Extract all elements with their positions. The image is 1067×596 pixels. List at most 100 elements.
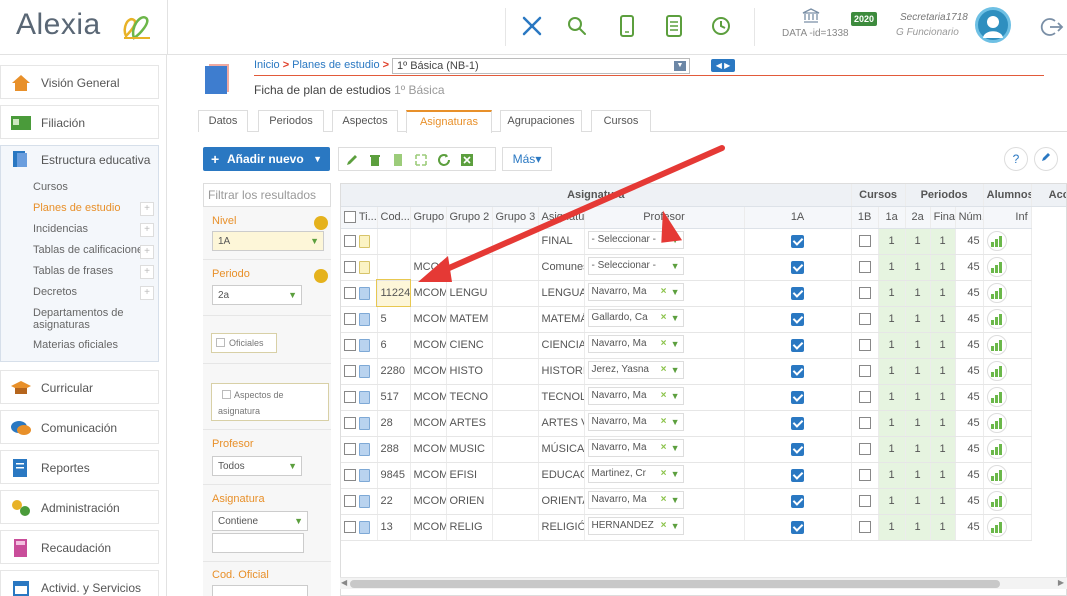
periodo-1a-cell[interactable]: 1 bbox=[878, 462, 906, 489]
col-header-final[interactable]: Final bbox=[930, 206, 956, 229]
sidebar-item-actividades[interactable]: Activid. y Servicios bbox=[0, 570, 159, 596]
help-button[interactable]: ? bbox=[1004, 147, 1028, 171]
profesor-select[interactable]: Jerez, Yasna × ▼ bbox=[587, 360, 684, 379]
periodo-final-cell[interactable]: 1 bbox=[930, 384, 956, 411]
periodo-2a-cell[interactable]: 1 bbox=[905, 514, 931, 541]
report-button[interactable] bbox=[986, 231, 1007, 251]
history-icon[interactable] bbox=[707, 12, 735, 40]
clear-icon[interactable]: × bbox=[661, 414, 667, 430]
plan-select[interactable]: 1º Básica (NB-1) ▼ bbox=[392, 58, 690, 74]
table-row[interactable]: MCOM Comunes - Seleccionar - ▼ 1 1 1 45 bbox=[341, 254, 1066, 281]
col-header-1a[interactable]: 1A bbox=[744, 206, 852, 229]
tools-icon[interactable] bbox=[518, 12, 546, 40]
report-button[interactable] bbox=[986, 257, 1007, 277]
curso-1b-checkbox[interactable] bbox=[858, 365, 871, 378]
periodo-final-cell[interactable]: 1 bbox=[930, 436, 956, 463]
profesor-select[interactable]: - Seleccionar - ▼ bbox=[587, 256, 684, 275]
table-row[interactable]: 28MCOMARTES ARTES VISUALESNavarro, Ma×▼ 11… bbox=[341, 410, 1066, 437]
row-checkbox[interactable] bbox=[344, 391, 356, 403]
profesor-select[interactable]: Navarro, Ma × ▼ bbox=[587, 334, 684, 353]
col-header-inf[interactable]: Inf bbox=[983, 206, 1032, 229]
table-row[interactable]: 6MCOMCIENC CIENCIAS NATURALESNavarro, Ma×… bbox=[341, 332, 1066, 359]
curso-1a-checkbox[interactable] bbox=[791, 520, 805, 534]
curso-1b-checkbox[interactable] bbox=[858, 313, 871, 326]
submenu-item-materias-oficiales[interactable]: Materias oficiales bbox=[33, 339, 118, 351]
report-button[interactable] bbox=[986, 465, 1007, 485]
submenu-item-tablas-calificaciones[interactable]: Tablas de calificaciones bbox=[33, 244, 149, 256]
sidebar-item-comunicacion[interactable]: Comunicación bbox=[0, 410, 159, 444]
edit-icon[interactable] bbox=[344, 152, 360, 168]
sidebar-item-curricular[interactable]: Curricular bbox=[0, 370, 159, 404]
row-checkbox[interactable] bbox=[344, 287, 356, 299]
cod-cell[interactable] bbox=[377, 228, 411, 255]
filter-profesor-select[interactable]: Todos ▼ bbox=[212, 456, 302, 476]
table-row[interactable]: 11224MCOMLENGU LENGUAJE Y COMUNICACI...Na… bbox=[341, 279, 1066, 307]
submenu-item-decretos[interactable]: Decretos bbox=[33, 286, 77, 298]
col-header-cod[interactable]: Cod... bbox=[377, 206, 411, 229]
cod-cell[interactable]: 5 bbox=[377, 306, 411, 333]
breadcrumb-home-link[interactable]: Inicio bbox=[254, 59, 280, 71]
periodo-2a-cell[interactable]: 1 bbox=[905, 384, 931, 411]
cod-cell[interactable]: 6 bbox=[377, 332, 411, 359]
tab-cursos[interactable]: Cursos bbox=[591, 110, 651, 132]
curso-1a-checkbox[interactable] bbox=[791, 416, 805, 430]
cod-cell[interactable]: 28 bbox=[377, 410, 411, 437]
sidebar-item-filiacion[interactable]: Filiación bbox=[0, 105, 159, 139]
curso-1b-checkbox[interactable] bbox=[858, 443, 871, 456]
periodo-2a-cell[interactable]: 1 bbox=[905, 436, 931, 463]
row-checkbox[interactable] bbox=[344, 339, 356, 351]
periodo-1a-cell[interactable]: 1 bbox=[878, 280, 906, 307]
profesor-select[interactable]: Navarro, Ma × ▼ bbox=[587, 438, 684, 457]
curso-1a-checkbox[interactable] bbox=[791, 260, 805, 274]
profesor-select[interactable]: Navarro, Ma × ▼ bbox=[587, 282, 684, 301]
col-header-tipo[interactable]: Ti... bbox=[341, 206, 378, 229]
clear-icon[interactable]: × bbox=[661, 440, 667, 456]
tab-datos[interactable]: Datos bbox=[198, 110, 248, 132]
clear-icon[interactable]: × bbox=[661, 310, 667, 326]
submenu-item-planes-de-estudio[interactable]: Planes de estudio bbox=[33, 202, 120, 214]
periodo-1a-cell[interactable]: 1 bbox=[878, 358, 906, 385]
sidebar-item-reportes[interactable]: Reportes bbox=[0, 450, 159, 484]
sidebar-item-estructura-educativa[interactable]: Estructura educativa bbox=[0, 145, 159, 172]
sidebar-item-administracion[interactable]: Administración bbox=[0, 490, 159, 524]
refresh-icon[interactable] bbox=[436, 152, 452, 168]
add-tabla-calificaciones-button[interactable]: + bbox=[140, 245, 154, 259]
table-row[interactable]: 13MCOMRELIGRELIGIÓNHERNANDEZ×▼11145 bbox=[341, 514, 1066, 541]
scroll-left-icon[interactable]: ◀ bbox=[341, 578, 347, 587]
table-row[interactable]: 22MCOMORIENORIENTACIÓNNavarro, Ma×▼11145 bbox=[341, 488, 1066, 515]
cod-cell[interactable]: 11224 bbox=[376, 279, 411, 307]
periodo-final-cell[interactable]: 1 bbox=[930, 410, 956, 437]
clear-icon[interactable]: × bbox=[661, 284, 667, 300]
periodo-final-cell[interactable]: 1 bbox=[930, 228, 956, 255]
expand-icon[interactable] bbox=[413, 152, 429, 168]
col-header-p1a[interactable]: 1a bbox=[878, 206, 906, 229]
periodo-2a-cell[interactable]: 1 bbox=[905, 488, 931, 515]
table-row[interactable]: 288 MCOM MUSIC MÚSICA Navarro, Ma × ▼ 1 1 1 45 bbox=[341, 436, 1066, 463]
periodo-final-cell[interactable]: 1 bbox=[930, 488, 956, 515]
filter-nivel-select[interactable]: 1A ▼ bbox=[212, 231, 324, 251]
curso-1b-checkbox[interactable] bbox=[858, 287, 871, 300]
col-header-p2a[interactable]: 2a bbox=[905, 206, 931, 229]
cod-cell[interactable]: 2280 bbox=[377, 358, 411, 385]
search-icon[interactable] bbox=[563, 12, 591, 40]
profesor-select[interactable]: Navarro, Ma × ▼ bbox=[587, 412, 684, 431]
curso-1a-checkbox[interactable] bbox=[791, 390, 805, 404]
col-header-num[interactable]: Núm. d... bbox=[955, 206, 984, 229]
curso-1a-checkbox[interactable] bbox=[791, 234, 805, 248]
aspectos-toggle[interactable]: Aspectos de asignatura bbox=[211, 383, 329, 421]
sidebar-item-recaudacion[interactable]: Recaudación bbox=[0, 530, 159, 564]
clear-icon[interactable]: × bbox=[661, 466, 667, 482]
profesor-select[interactable]: Gallardo, Ca × ▼ bbox=[587, 308, 684, 327]
report-button[interactable] bbox=[986, 309, 1007, 329]
profesor-select[interactable]: Navarro, Ma × ▼ bbox=[587, 490, 684, 509]
curso-1b-checkbox[interactable] bbox=[858, 495, 871, 508]
curso-1a-checkbox[interactable] bbox=[791, 468, 805, 482]
row-checkbox[interactable] bbox=[344, 235, 356, 247]
sidebar-item-vision-general[interactable]: Visión General bbox=[0, 65, 159, 99]
periodo-2a-cell[interactable]: 1 bbox=[905, 462, 931, 489]
periodo-2a-cell[interactable]: 1 bbox=[905, 358, 931, 385]
periodo-1a-cell[interactable]: 1 bbox=[878, 488, 906, 515]
profesor-select[interactable]: Navarro, Ma × ▼ bbox=[587, 386, 684, 405]
periodo-2a-cell[interactable]: 1 bbox=[905, 306, 931, 333]
plan-prev-next-button[interactable]: ◀ ▶ bbox=[711, 59, 735, 72]
